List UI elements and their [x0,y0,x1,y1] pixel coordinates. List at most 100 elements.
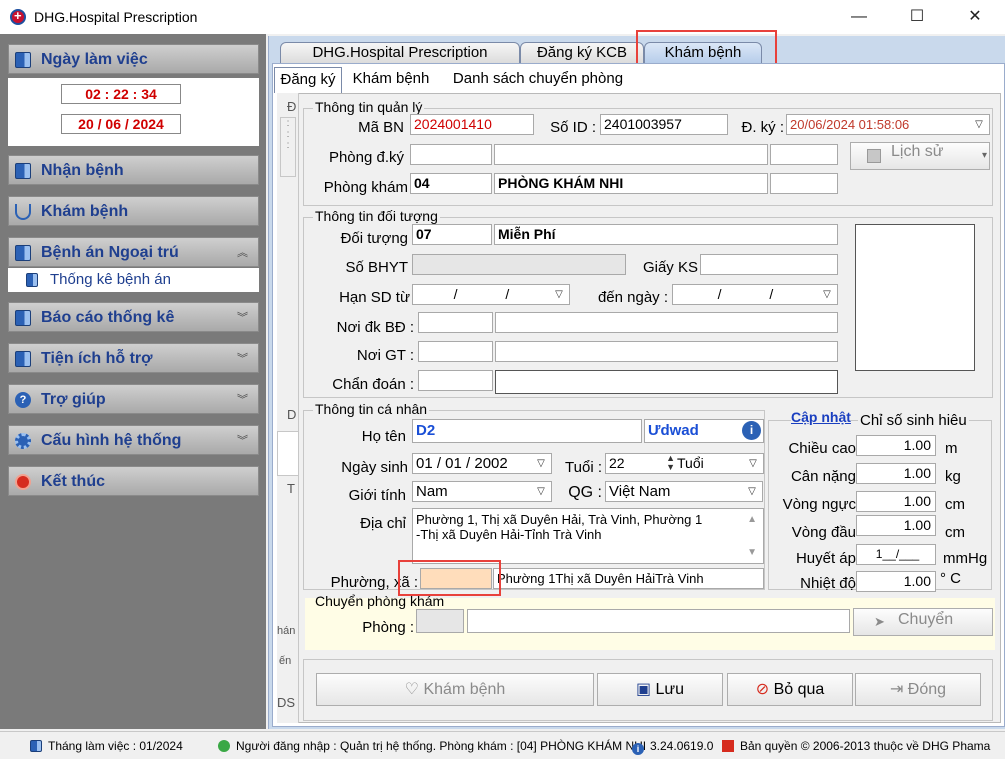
valid-to-date[interactable]: / / ▽ [672,284,838,305]
book-icon [15,310,31,326]
height-field[interactable]: 1.00 [856,435,936,456]
label-vong-dau: Vòng đầu [791,524,856,541]
valid-from-date[interactable]: / / ▽ [412,284,570,305]
head-field[interactable]: 1.00 [856,515,936,536]
chest-field[interactable]: 1.00 [856,491,936,512]
history-button-label: Lịch sử [891,143,944,160]
transfer-room-code[interactable] [416,609,464,633]
skip-button[interactable]: ⊘ Bỏ qua [727,673,853,706]
sidebar-item-ket-thuc[interactable]: Kết thúc [8,466,259,496]
patient-photo[interactable] [855,224,975,371]
chevron-down-icon[interactable]: ▽ [551,287,567,302]
maximize-button[interactable]: ☐ [894,2,940,32]
update-vitals-link[interactable]: Cập nhật [791,409,851,425]
transfer-button[interactable]: ➤ Chuyển [853,608,993,636]
registered-place-name[interactable] [495,312,838,333]
book-icon [26,273,38,287]
diagnosis-code[interactable] [418,370,493,391]
chevron-down-icon[interactable]: ▽ [533,456,549,471]
room-reg-extra-field[interactable] [770,144,838,165]
label-phong-dky: Phòng đ.ký [328,149,404,166]
address-line-2: -Thị xã Duyên Hải-Tỉnh Trà Vinh [416,527,602,542]
chevron-down-icon[interactable]: ▽ [971,117,987,132]
chevron-down-icon[interactable]: ▽ [819,287,835,302]
sidebar-subitem-thong-ke[interactable]: Thống kê bệnh án [8,268,259,292]
birth-date-picker[interactable]: 01 / 01 / 2002 ▽ [412,453,552,474]
app-logo-icon [10,8,26,25]
exam-button[interactable]: ♡ Khám bệnh [316,673,594,706]
birth-cert-field[interactable] [700,254,838,275]
subtab-dang-ky[interactable]: Đăng ký [274,67,342,93]
referral-place-name[interactable] [495,341,838,362]
chevron-down-icon[interactable]: ▽ [744,484,760,499]
save-button[interactable]: ▣ Lưu [597,673,723,706]
sidebar-item-tien-ich[interactable]: Tiện ích hỗ trợ ︾ [8,343,259,373]
clock-display: 02 : 22 : 34 [61,84,181,104]
insurance-number-field[interactable] [412,254,626,275]
exam-room-name-field[interactable]: PHÒNG KHÁM NHI [494,173,768,194]
sidebar-item-cau-hinh[interactable]: Cấu hình hệ thống ︾ [8,425,259,455]
chevron-down-icon[interactable]: ▽ [745,456,761,471]
room-reg-code-field[interactable] [410,144,492,165]
patient-code-field[interactable]: 2024001410 [410,114,534,135]
full-name-field[interactable]: D2 [412,419,642,443]
chevron-down-icon[interactable]: ▾ [982,147,987,165]
chevron-down-icon[interactable]: ︾ [237,350,248,366]
minimize-button[interactable]: — [836,2,882,32]
label-chieu-cao: Chiều cao [788,440,856,457]
sidebar-item-kham-benh[interactable]: Khám bệnh [8,196,259,226]
history-button[interactable]: Lịch sử ▾ [850,142,990,170]
sidebar-item-label: Kết thúc [41,473,105,490]
registration-datetime-combo[interactable]: 20/06/2024 01:58:06 ▽ [786,114,990,135]
chevron-down-icon[interactable]: ︾ [237,309,248,325]
age-stepper[interactable]: 22 ▲ ▼ [605,453,677,474]
subject-name-field[interactable]: Miễn Phí [494,224,838,245]
sidebar-item-bao-cao[interactable]: Báo cáo thống kê ︾ [8,302,259,332]
diagnosis-name[interactable] [495,370,838,394]
ward-name-field[interactable]: Phường 1Thị xã Duyên HảiTrà Vinh [493,568,764,589]
room-reg-name-field[interactable] [494,144,768,165]
sidebar-item-nhan-benh[interactable]: Nhận bệnh [8,155,259,185]
chevron-down-icon[interactable]: ▽ [533,484,549,499]
scroll-up-icon[interactable]: ▲ [747,512,757,527]
referral-place-code[interactable] [418,341,493,362]
weight-field[interactable]: 1.00 [856,463,936,484]
sidebar-item-label: Tiện ích hỗ trợ [41,350,153,367]
strip-label: T [287,481,295,496]
sidebar-section-workday[interactable]: Ngày làm việc [8,44,259,74]
tab-prescription[interactable]: DHG.Hospital Prescription [280,42,520,64]
subtab-kham-benh[interactable]: Khám bệnh [344,67,438,93]
chevron-down-icon[interactable]: ︾ [237,391,248,407]
label-han-sd: Hạn SD từ [339,289,410,306]
temperature-field[interactable]: 1.00 [856,571,936,592]
name-alt-field[interactable]: Ưdwad i [644,419,764,443]
address-line-1: Phường 1, Thị xã Duyên Hải, Trà Vinh, Ph… [416,512,703,527]
close-form-button[interactable]: ⇥ Đóng [855,673,981,706]
scroll-down-icon[interactable]: ▼ [747,545,757,560]
sidebar-item-benh-an[interactable]: Bệnh án Ngoại trú ︽ [8,237,259,267]
subtab-danh-sach[interactable]: Danh sách chuyển phòng [440,67,636,93]
close-button[interactable]: ✕ [952,2,998,32]
id-number-field[interactable]: 2401003957 [600,114,728,135]
strip-scroll[interactable]: ::: [280,117,296,177]
gender-combo[interactable]: Nam ▽ [412,481,552,502]
chevron-down-icon[interactable]: ︾ [237,432,248,448]
sidebar-item-tro-giup[interactable]: ? Trợ giúp ︾ [8,384,259,414]
chevron-up-icon[interactable]: ︽ [237,244,248,260]
status-copyright-text: Bản quyền © 2006-2013 thuộc về DHG Phama [740,739,991,753]
age-unit-combo[interactable]: Tuổi ▽ [674,453,764,474]
sidebar-section-label: Ngày làm việc [41,51,148,68]
subject-code-field[interactable]: 07 [412,224,492,245]
transfer-room-name[interactable] [467,609,850,633]
label-nhiet-do: Nhiệt độ [800,575,856,592]
info-icon[interactable]: i [742,421,761,440]
registered-place-code[interactable] [418,312,493,333]
status-user: Người đăng nhập : Quản trị hệ thống. Phò… [218,739,646,753]
exam-room-code-field[interactable]: 04 [410,173,492,194]
blood-pressure-field[interactable]: 1__/___ [856,544,936,565]
exam-room-extra-field[interactable] [770,173,838,194]
label-giay-ks: Giấy KS [642,259,698,276]
tab-dang-ky-kcb[interactable]: Đăng ký KCB [520,42,644,64]
country-combo[interactable]: Việt Nam ▽ [605,481,763,502]
address-textarea[interactable]: Phường 1, Thị xã Duyên Hải, Trà Vinh, Ph… [412,508,764,564]
